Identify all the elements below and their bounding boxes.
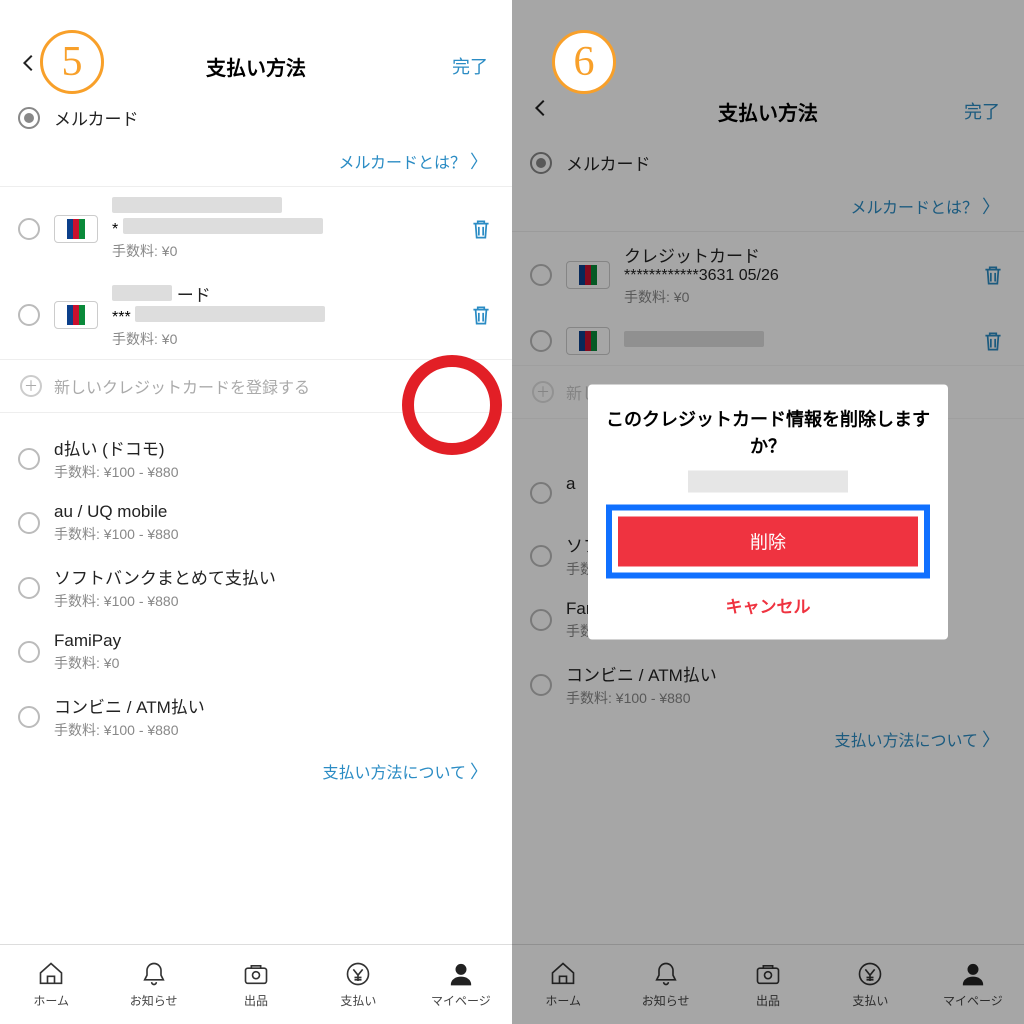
payment-list: メルカード メルカードとは？〉 * 手数料: ¥0 ード *** xyxy=(0,95,512,944)
delete-card-button-2[interactable] xyxy=(468,302,494,328)
tab-sell[interactable]: 出品 xyxy=(205,945,307,1024)
mercard-label: メルカード xyxy=(54,105,494,130)
radio-icon xyxy=(18,641,40,663)
card-option-2[interactable]: ード *** 手数料: ¥0 xyxy=(0,271,512,359)
screen-step-6: 6 支払い方法 完了 メルカード メルカードとは？〉 クレジットカード ****… xyxy=(512,0,1024,1024)
chevron-right-icon: 〉 xyxy=(470,152,488,172)
delete-confirm-dialog: このクレジットカード情報を削除しますか？ 削除 キャンセル xyxy=(588,385,948,640)
radio-icon xyxy=(18,512,40,534)
radio-icon xyxy=(18,448,40,470)
radio-icon xyxy=(18,218,40,240)
add-card-button[interactable]: ＋ 新しいクレジットカードを登録する xyxy=(0,359,512,413)
radio-icon xyxy=(18,706,40,728)
back-button[interactable] xyxy=(18,50,40,81)
tab-bar: ホーム お知らせ 出品 支払い マイページ xyxy=(0,944,512,1024)
jcb-card-icon xyxy=(54,215,98,243)
jcb-card-icon xyxy=(54,301,98,329)
option-famipay[interactable]: FamiPay手数料: ¥0 xyxy=(0,621,512,683)
radio-icon xyxy=(18,577,40,599)
screen-step-5: 5 支払い方法 完了 メルカード メルカードとは？〉 * 手数料: ¥0 xyxy=(0,0,512,1024)
step-badge-6: 6 xyxy=(552,30,616,94)
dialog-delete-button[interactable]: 削除 xyxy=(618,517,918,567)
card-fee: 手数料: ¥0 xyxy=(112,241,454,261)
page-title: 支払い方法 xyxy=(206,52,306,81)
tab-home[interactable]: ホーム xyxy=(0,945,102,1024)
plus-icon: ＋ xyxy=(20,375,42,397)
dialog-cancel-button[interactable]: キャンセル xyxy=(606,585,930,626)
card-fee: 手数料: ¥0 xyxy=(112,329,454,349)
tab-news[interactable]: お知らせ xyxy=(102,945,204,1024)
radio-icon xyxy=(18,304,40,326)
tab-mypage[interactable]: マイページ xyxy=(410,945,512,1024)
highlight-box-annotation: 削除 xyxy=(606,505,930,579)
card-option-1[interactable]: * 手数料: ¥0 xyxy=(0,187,512,271)
chevron-right-icon: 〉 xyxy=(470,762,488,782)
radio-selected-icon xyxy=(18,107,40,129)
option-conbini[interactable]: コンビニ / ATM払い手数料: ¥100 - ¥880 xyxy=(0,683,512,750)
delete-card-button-1[interactable] xyxy=(468,216,494,242)
option-softbank[interactable]: ソフトバンクまとめて支払い手数料: ¥100 - ¥880 xyxy=(0,554,512,621)
option-mercard[interactable]: メルカード xyxy=(0,95,512,140)
option-docomo[interactable]: d払い (ドコモ)手数料: ¥100 - ¥880 xyxy=(0,425,512,492)
step-badge-5: 5 xyxy=(40,30,104,94)
about-payment-link[interactable]: 支払い方法について〉 xyxy=(0,750,512,796)
dialog-card-mask xyxy=(688,471,848,493)
dialog-title: このクレジットカード情報を削除しますか？ xyxy=(606,407,930,461)
tab-pay[interactable]: 支払い xyxy=(307,945,409,1024)
done-button[interactable]: 完了 xyxy=(452,53,488,79)
mercard-info-link[interactable]: メルカードとは？〉 xyxy=(0,140,512,186)
option-au[interactable]: au / UQ mobile手数料: ¥100 - ¥880 xyxy=(0,492,512,554)
